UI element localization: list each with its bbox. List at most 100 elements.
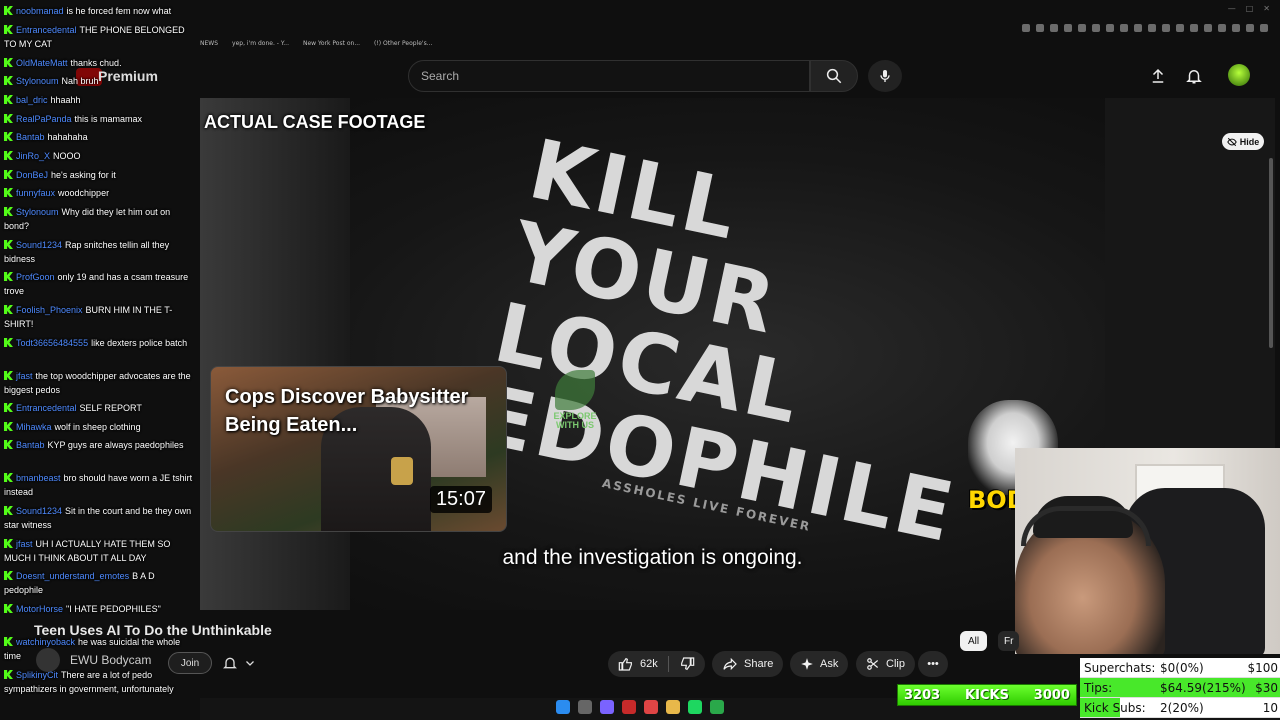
folder-icon[interactable]: [666, 700, 680, 714]
account-avatar[interactable]: [1228, 64, 1250, 86]
minimize-icon[interactable]: —: [1228, 4, 1236, 13]
ask-button[interactable]: Ask: [790, 651, 849, 677]
goal-target: 10: [1262, 701, 1278, 715]
bookmark-item[interactable]: New York Post on...: [303, 40, 360, 52]
filter-chip-all[interactable]: All: [960, 631, 988, 651]
caption-text: and the investigation is ongoing.: [502, 546, 803, 569]
scrollbar[interactable]: [1269, 158, 1273, 348]
extension-icon[interactable]: [1064, 24, 1072, 32]
chat-text: wolf in sheep clothing: [54, 422, 141, 432]
extension-icon[interactable]: [1022, 24, 1030, 32]
extension-icon[interactable]: [1134, 24, 1142, 32]
chat-username[interactable]: OldMateMatt: [16, 58, 68, 68]
bookmarks-bar: NEWS yep, i'm done. - Y... New York Post…: [200, 40, 432, 52]
spotify-icon[interactable]: [688, 700, 702, 714]
chat-username[interactable]: watchinyoback: [16, 637, 75, 647]
channel-name[interactable]: EWU Bodycam: [70, 653, 151, 667]
eye-off-icon: [1226, 137, 1237, 146]
chat-username[interactable]: Doesnt_understand_emotes: [16, 571, 129, 581]
chat-username[interactable]: MotorHorse: [16, 604, 63, 614]
extension-icon[interactable]: [1176, 24, 1184, 32]
chat-username[interactable]: bal_dric: [16, 95, 48, 105]
maximize-icon[interactable]: □: [1246, 4, 1254, 13]
chat-username[interactable]: Entrancedental: [16, 403, 77, 413]
extension-icon[interactable]: [1260, 24, 1268, 32]
chat-username[interactable]: Sound1234: [16, 506, 62, 516]
endcard-video[interactable]: Cops Discover Babysitter Being Eaten... …: [210, 366, 507, 532]
chat-username[interactable]: Bantab: [16, 440, 45, 450]
kick-badge-icon: [4, 440, 13, 449]
extension-icon[interactable]: [1050, 24, 1058, 32]
voice-search-button[interactable]: [868, 60, 902, 92]
extension-icon[interactable]: [1120, 24, 1128, 32]
extension-icon[interactable]: [1106, 24, 1114, 32]
chat-username[interactable]: JinRo_X: [16, 151, 50, 161]
thumbs-up-icon[interactable]: [618, 656, 634, 672]
extension-icon[interactable]: [1092, 24, 1100, 32]
chat-username[interactable]: ProfGoon: [16, 272, 55, 282]
kick-badge-icon: [4, 95, 13, 104]
chat-username[interactable]: jfast: [16, 539, 33, 549]
chat-username[interactable]: Stylonoum: [16, 76, 59, 86]
bookmark-item[interactable]: (!) Other People's...: [374, 40, 432, 52]
extension-icon[interactable]: [1218, 24, 1226, 32]
more-icon: •••: [927, 658, 939, 670]
video-frame-arm: [200, 98, 350, 610]
chat-text: thanks chud.: [70, 58, 122, 68]
chat-username[interactable]: Stylonoum: [16, 207, 59, 217]
upload-button[interactable]: [1146, 64, 1170, 88]
chat-username[interactable]: jfast: [16, 371, 33, 381]
share-button[interactable]: Share: [712, 651, 784, 677]
kick-badge-icon: [4, 25, 13, 34]
bookmark-item[interactable]: NEWS: [200, 40, 218, 52]
channel-avatar[interactable]: [36, 648, 60, 672]
notifications-button[interactable]: [1182, 64, 1206, 88]
extension-icon[interactable]: [1162, 24, 1170, 32]
windows-start-icon[interactable]: [556, 700, 570, 714]
chevron-down-icon: [246, 661, 254, 666]
chat-username[interactable]: funnyfaux: [16, 188, 55, 198]
close-icon[interactable]: ✕: [1263, 4, 1270, 13]
chat-username[interactable]: Foolish_Phoenix: [16, 305, 83, 315]
extension-icon[interactable]: [1078, 24, 1086, 32]
video-player[interactable]: KILL YOUR LOCAL EDOPHILE ASSHOLES LIVE F…: [200, 98, 1105, 610]
clip-label: Clip: [886, 658, 905, 670]
bookmark-item[interactable]: yep, i'm done. - Y...: [232, 40, 289, 52]
goal-value: $0(0%): [1160, 661, 1204, 675]
chat-username[interactable]: Entrancedental: [16, 25, 77, 35]
discord-icon[interactable]: [600, 700, 614, 714]
goal-target: $30: [1255, 681, 1278, 695]
chat-username[interactable]: DonBeJ: [16, 170, 48, 180]
extension-icon[interactable]: [1190, 24, 1198, 32]
extension-icon[interactable]: [1246, 24, 1254, 32]
like-count[interactable]: 62k: [640, 658, 658, 670]
obs-icon[interactable]: [622, 700, 636, 714]
extension-icon[interactable]: [1036, 24, 1044, 32]
search-icon[interactable]: [578, 700, 592, 714]
kicks-count: 3203: [904, 687, 941, 703]
chat-message: Sound1234 Rap snitches tellin all they bi…: [4, 238, 196, 266]
chat-username[interactable]: bmanbeast: [16, 473, 61, 483]
chat-username[interactable]: Mihawka: [16, 422, 52, 432]
hide-button[interactable]: Hide: [1222, 133, 1264, 150]
chat-username[interactable]: Todt36656484555: [16, 338, 88, 348]
extension-icon[interactable]: [1148, 24, 1156, 32]
xbox-icon[interactable]: [710, 700, 724, 714]
chat-username[interactable]: RealPaPanda: [16, 114, 72, 124]
video-title: Teen Uses AI To Do the Unthinkable: [34, 622, 272, 638]
chrome-icon[interactable]: [644, 700, 658, 714]
search-button[interactable]: [810, 60, 858, 92]
chat-username[interactable]: noobmanad: [16, 6, 64, 16]
filter-chip-from[interactable]: Fr: [998, 631, 1020, 651]
more-actions-button[interactable]: •••: [918, 651, 948, 677]
clip-button[interactable]: Clip: [856, 651, 915, 677]
join-button[interactable]: Join: [168, 652, 212, 674]
thumbs-down-icon[interactable]: [679, 656, 695, 672]
chat-username[interactable]: Bantab: [16, 132, 45, 142]
subscription-bell-button[interactable]: [222, 652, 270, 674]
chat-username[interactable]: Sound1234: [16, 240, 62, 250]
extension-icon[interactable]: [1204, 24, 1212, 32]
chat-text: woodchipper: [58, 188, 110, 198]
search-input[interactable]: [409, 61, 809, 91]
extension-icon[interactable]: [1232, 24, 1240, 32]
